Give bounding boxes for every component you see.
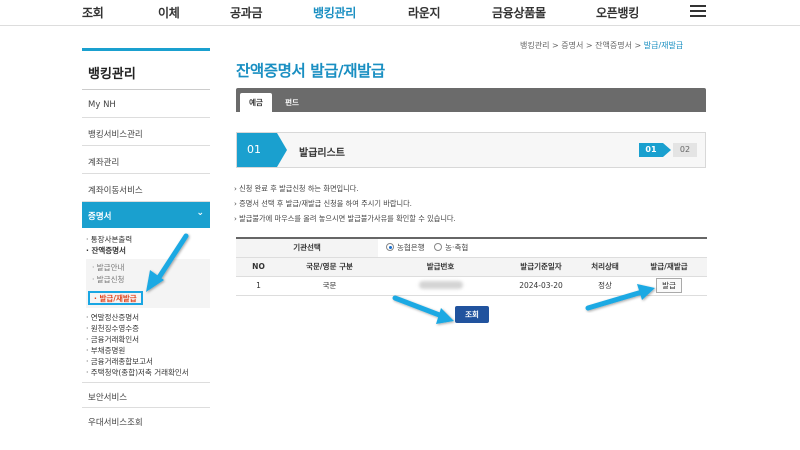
step-number: 01 bbox=[237, 133, 277, 167]
cell-action: 발급 bbox=[631, 276, 707, 296]
top-nav: 조회 이체 공과금 뱅킹관리 라운지 금융상품몰 오픈뱅킹 bbox=[0, 0, 800, 26]
cell-date: 2024-03-20 bbox=[503, 276, 579, 296]
breadcrumb-item[interactable]: 증명서 bbox=[561, 41, 583, 50]
sidebar-submenu: · 통장사본출력 · 잔액증명서 · 발급안내 · 발급신청 · 발급/재발급 … bbox=[82, 228, 210, 382]
sidebar-item-certificate[interactable]: 증명서 ⌄ bbox=[82, 202, 210, 228]
submenu-item-passbook-copy[interactable]: · 통장사본출력 bbox=[86, 234, 210, 245]
submenu-item-issue-guide[interactable]: · 발급안내 bbox=[92, 262, 210, 274]
nav-item-banking-mgmt[interactable]: 뱅킹관리 bbox=[313, 4, 356, 21]
chevron-down-icon: ⌄ bbox=[196, 208, 204, 218]
step-bar: 01 발급리스트 01 02 bbox=[236, 132, 706, 168]
submenu-item-comprehensive-report[interactable]: · 금융거래종합보고서 bbox=[86, 356, 210, 367]
cell-no: 1 bbox=[236, 276, 281, 296]
radio-unchecked-icon bbox=[434, 243, 443, 252]
issue-button[interactable]: 발급 bbox=[656, 278, 682, 293]
notice-list: › 신청 완료 후 발급신청 하는 화면입니다. › 증명서 선택 후 발급/재… bbox=[234, 181, 456, 226]
breadcrumb-item[interactable]: 뱅킹관리 bbox=[520, 41, 549, 50]
submenu-nested: · 발급안내 · 발급신청 · 발급/재발급 bbox=[86, 259, 210, 308]
tab-deposit[interactable]: 예금 bbox=[240, 93, 272, 112]
nav-item-transfer[interactable]: 이체 bbox=[158, 4, 180, 21]
nav-item-utility[interactable]: 공과금 bbox=[230, 4, 263, 21]
step-indicator-arrow-icon bbox=[663, 143, 671, 157]
step-indicator-next: 02 bbox=[673, 143, 697, 157]
tab-fund[interactable]: 펀드 bbox=[280, 93, 304, 112]
nav-item-open-banking[interactable]: 오픈뱅킹 bbox=[596, 4, 639, 21]
step-indicator-current: 01 bbox=[639, 143, 663, 157]
org-select-label: 기관선택 bbox=[236, 238, 378, 258]
org-select-options: 농협은행 농·축협 bbox=[378, 238, 707, 258]
submenu-item-issue-apply[interactable]: · 발급신청 bbox=[92, 274, 210, 286]
table-header-row: NO 국문/영문 구분 발급번호 발급기준일자 처리상태 발급/재발급 bbox=[236, 257, 707, 277]
sidebar-item-label: 증명서 bbox=[88, 212, 112, 222]
radio-nh-bank[interactable]: 농협은행 bbox=[386, 243, 425, 252]
column-header: 처리상태 bbox=[579, 257, 631, 277]
hamburger-icon[interactable] bbox=[690, 5, 706, 18]
org-select-row: 기관선택 농협은행 농·축협 bbox=[236, 238, 707, 258]
notice-item: › 증명서 선택 후 발급/재발급 신청을 하여 주시기 바랍니다. bbox=[234, 199, 412, 208]
cell-status: 정상 bbox=[579, 276, 631, 296]
sidebar-item-account-transfer[interactable]: 계좌이동서비스 bbox=[82, 174, 210, 202]
inquiry-button[interactable]: 조회 bbox=[455, 306, 489, 323]
submenu-item-issue-reissue[interactable]: · 발급/재발급 bbox=[88, 291, 143, 305]
column-header: 발급번호 bbox=[378, 257, 503, 277]
tab-bar: 예금 펀드 bbox=[236, 88, 706, 112]
column-header: 국문/영문 구분 bbox=[281, 257, 378, 277]
breadcrumb: 뱅킹관리 > 증명서 > 잔액증명서 > 발급/재발급 bbox=[520, 41, 684, 50]
column-header: NO bbox=[236, 257, 281, 277]
sidebar-title: 뱅킹관리 bbox=[82, 48, 210, 90]
notice-item: › 발급불가에 마우스를 올려 놓으시면 발급불가사유를 확인할 수 있습니다. bbox=[234, 214, 456, 223]
submenu-item-balance-cert[interactable]: · 잔액증명서 bbox=[86, 245, 210, 256]
submenu-item-debt-cert[interactable]: · 부채증명원 bbox=[86, 345, 210, 356]
nav-item-product-mall[interactable]: 금융상품몰 bbox=[492, 4, 546, 21]
cell-issue-number bbox=[378, 276, 503, 296]
nav-item-lounge[interactable]: 라운지 bbox=[408, 4, 441, 21]
sidebar-item-security[interactable]: 보안서비스 bbox=[82, 382, 210, 407]
blurred-value bbox=[418, 280, 463, 289]
radio-nh-coop[interactable]: 농·축협 bbox=[434, 243, 468, 252]
submenu-item-housing-savings[interactable]: · 주택청약(종합)저축 거래확인서 bbox=[86, 367, 210, 378]
breadcrumb-current: 발급/재발급 bbox=[643, 41, 684, 50]
certificate-table: 기관선택 농협은행 농·축협 NO 국문/영문 구분 발급번호 발급기준일자 처… bbox=[236, 237, 707, 296]
sidebar-item-preferential[interactable]: 우대서비스조회 bbox=[82, 407, 210, 432]
arrow-to-submit-icon bbox=[392, 295, 454, 324]
step-label: 발급리스트 bbox=[299, 148, 345, 159]
submenu-item-yearend-cert[interactable]: · 연말정산증명서 bbox=[86, 312, 210, 323]
breadcrumb-item[interactable]: 잔액증명서 bbox=[595, 41, 632, 50]
column-header: 발급기준일자 bbox=[503, 257, 579, 277]
cell-lang: 국문 bbox=[281, 276, 378, 296]
sidebar-item-account-mgmt[interactable]: 계좌관리 bbox=[82, 146, 210, 174]
sidebar-item-mynh[interactable]: My NH bbox=[82, 90, 210, 118]
sidebar-item-banking-service[interactable]: 뱅킹서비스관리 bbox=[82, 118, 210, 146]
notice-item: › 신청 완료 후 발급신청 하는 화면입니다. bbox=[234, 184, 359, 193]
radio-checked-icon bbox=[386, 243, 394, 252]
submenu-item-withholding-receipt[interactable]: · 원천징수영수증 bbox=[86, 323, 210, 334]
nav-item-inquiry[interactable]: 조회 bbox=[82, 4, 104, 21]
column-header: 발급/재발급 bbox=[631, 257, 707, 277]
page-title: 잔액증명서 발급/재발급 bbox=[236, 62, 385, 80]
table-row: 1 국문 2024-03-20 정상 발급 bbox=[236, 276, 707, 296]
step-arrow-icon bbox=[277, 133, 287, 167]
sidebar: 뱅킹관리 My NH 뱅킹서비스관리 계좌관리 계좌이동서비스 증명서 ⌄ · … bbox=[82, 48, 210, 432]
submenu-item-transaction-confirm[interactable]: · 금융거래확인서 bbox=[86, 334, 210, 345]
